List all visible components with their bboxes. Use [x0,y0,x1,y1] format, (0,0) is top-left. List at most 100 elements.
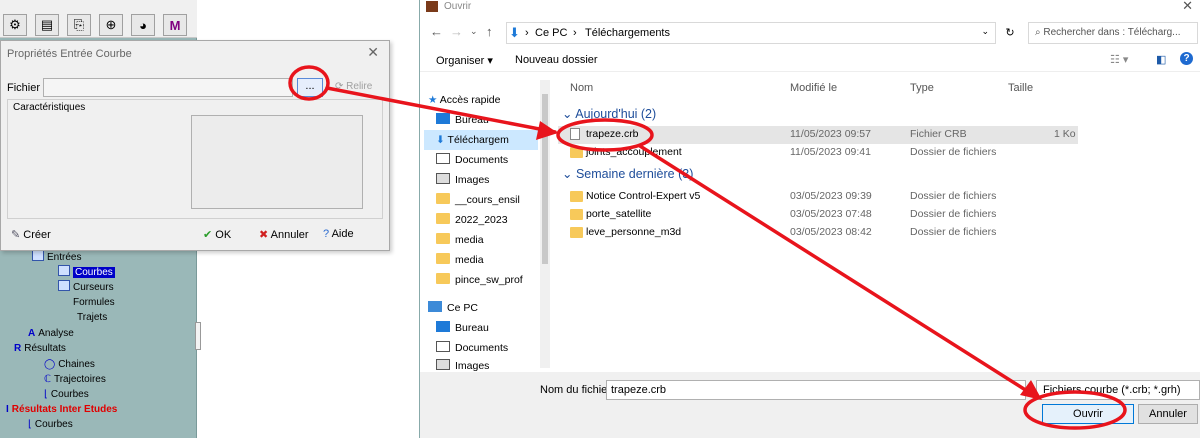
row-name: joints_accouplement [586,146,682,158]
tree-entrees[interactable]: Entrées [32,250,81,265]
aide-label: Aide [331,228,354,240]
tree-courbes-resultats[interactable]: ⌊ Courbes [44,387,89,402]
creer-button[interactable]: ✎ Créer [11,228,51,241]
nav-2022-2023[interactable]: 2022_2023 [436,210,508,230]
refresh-icon: ⟳ [335,81,344,92]
nav-media[interactable]: media [436,230,484,250]
browse-button[interactable]: ... [297,78,323,97]
nav-bureau[interactable]: Bureau [436,110,489,130]
nav-telechargements[interactable]: ⬇ Téléchargem [424,130,538,150]
open-titlebar: Ouvrir ✕ [420,0,1200,16]
organiser-button[interactable]: Organiser ▾ [436,54,493,67]
help-icon[interactable]: ? [1180,52,1193,65]
nav-images[interactable]: Images [436,170,489,190]
row-name: porte_satellite [586,208,652,220]
scroll-thumb[interactable] [542,94,548,264]
file-row-trapeze[interactable]: trapeze.crb 11/05/2023 09:57 Fichier CRB… [558,126,1078,144]
open-title: Ouvrir [444,1,472,12]
group-week[interactable]: ⌄ Semaine dernière (3) [562,166,693,181]
path-icon [62,310,74,321]
chevron-down-icon: ⌄ [562,167,576,181]
fichier-input[interactable] [43,78,293,97]
file-row-joints[interactable]: joints_accouplement 11/05/2023 09:41 Dos… [558,144,1078,162]
tool-icon-3[interactable]: ⎘ [67,14,91,36]
file-row-porte-satellite[interactable]: porte_satellite 03/05/2023 07:48 Dossier… [558,206,1078,224]
tree-courbes-inter[interactable]: ⌊ Courbes [28,417,73,432]
ok-button[interactable]: ✔ OK [203,228,231,241]
tree-curseurs[interactable]: Curseurs [58,280,114,295]
nav-media-2[interactable]: media [436,250,484,270]
curve-icon: ⌊ [28,419,32,430]
chain-icon: ◯ [44,359,56,370]
chevron-down-icon[interactable]: ⌄ [981,26,989,37]
folder-icon [570,147,583,158]
nav-label: Images [455,360,490,372]
group-today[interactable]: ⌄ Aujourd'hui (2) [562,106,656,121]
download-icon: ⬇ [509,25,520,40]
aide-button[interactable]: ? Aide [323,228,354,240]
breadcrumb-ce-pc[interactable]: Ce PC [535,27,567,39]
chevron-down-icon[interactable]: ⌄ [470,26,478,37]
breadcrumb-sep: › [573,27,577,39]
filetype-select[interactable]: Fichiers courbe (*.crb; *.grh) [1036,380,1200,400]
tool-icon-1[interactable]: ⚙ [3,14,27,36]
tree-formules[interactable]: Formules [58,295,115,310]
ouvrir-button[interactable]: Ouvrir [1042,404,1134,424]
tool-icon-2[interactable]: ▤ [35,14,59,36]
nav-label: media [455,234,484,246]
relire-button[interactable]: ⟳ Relire [335,81,372,92]
tree-label: Courbes [34,419,73,430]
nav-documents[interactable]: Documents [436,150,508,170]
search-input[interactable]: ⌕ Rechercher dans : Télécharg... [1028,22,1198,44]
tree-trajets[interactable]: Trajets [62,310,107,325]
crosshair-icon[interactable]: ⊕ [99,14,123,36]
splitter-handle[interactable] [195,322,201,350]
nav-pince-sw-prof[interactable]: pince_sw_prof [436,270,523,290]
annuler-button[interactable]: ✖ Annuler [259,228,309,241]
pencil-icon: ✎ [11,229,21,241]
filename-input[interactable]: trapeze.crb [606,380,1026,400]
nav-bureau-2[interactable]: Bureau [436,318,489,338]
tree-trajectoires[interactable]: ℂ Trajectoires [44,372,106,387]
row-date: 11/05/2023 09:57 [790,128,871,140]
pie-icon[interactable]: ◕ [131,14,155,36]
open-dialog: Ouvrir ✕ ← → ⌄ ↑ ⬇ › Ce PC › Téléchargem… [419,0,1200,438]
column-modified[interactable]: Modifié le [790,82,837,94]
desktop-icon [436,113,450,124]
breadcrumb[interactable]: ⬇ › Ce PC › Téléchargements ⌄ [506,22,996,44]
nav-acces-rapide[interactable]: ★ Accès rapide [428,90,500,110]
preview-area [191,115,363,209]
m-icon[interactable]: M [163,14,187,36]
tree-chaines[interactable]: ◯ Chaines [44,357,95,372]
nav-cours-ensil[interactable]: __cours_ensil [436,190,520,210]
tree-label: Courbes [73,267,115,278]
forward-icon[interactable]: → [450,24,463,39]
refresh-icon[interactable]: ↻ [1000,22,1020,44]
back-icon[interactable]: ← [430,24,443,39]
column-name[interactable]: Nom [570,82,593,94]
nav-documents-2[interactable]: Documents [436,338,508,358]
file-row-leve-personne[interactable]: leve_personne_m3d 03/05/2023 08:42 Dossi… [558,224,1078,242]
column-type[interactable]: Type [910,82,934,94]
pane-icon[interactable]: ◧ [1156,53,1166,66]
close-icon[interactable]: ✕ [1182,0,1193,14]
view-icon[interactable]: ☷ ▾ [1110,53,1128,66]
column-size[interactable]: Taille [1008,82,1033,94]
nav-scrollbar[interactable] [540,80,550,368]
up-icon[interactable]: ↑ [486,24,493,39]
tree-courbes[interactable]: Courbes [58,265,115,280]
annuler-label: Annuler [270,229,309,241]
breadcrumb-telechargements[interactable]: Téléchargements [585,27,670,39]
tree-analyse[interactable]: A Analyse [28,326,74,341]
nouveau-dossier-button[interactable]: Nouveau dossier [515,54,598,66]
nav-label: Documents [455,154,509,166]
tree-resultats[interactable]: R Résultats [14,341,66,356]
file-row-notice[interactable]: Notice Control-Expert v5 03/05/2023 09:3… [558,188,1078,206]
row-type: Dossier de fichiers [910,226,997,238]
row-date: 03/05/2023 08:42 [790,226,872,238]
nav-ce-pc[interactable]: Ce PC [428,298,478,318]
annuler-open-button[interactable]: Annuler [1138,404,1198,424]
folder-icon [436,233,450,244]
close-icon[interactable]: ✕ [367,44,379,61]
tree-resultats-inter[interactable]: I Résultats Inter Etudes [6,402,117,417]
